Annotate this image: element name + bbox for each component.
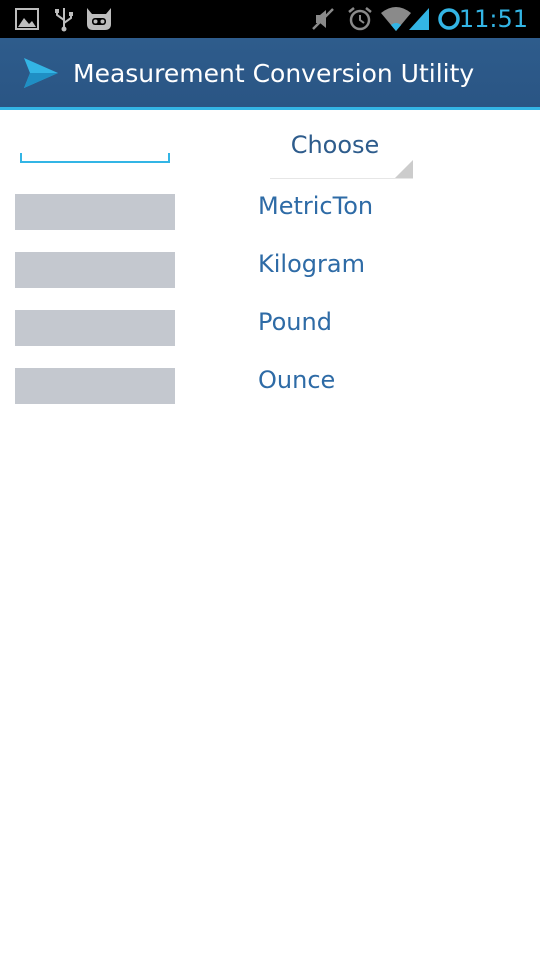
result-kilogram: [15, 252, 175, 288]
signal-icon: [409, 8, 429, 30]
status-time: 11:51: [458, 5, 528, 33]
action-bar: Measurement Conversion Utility: [0, 38, 540, 110]
result-pound: [15, 310, 175, 346]
result-ounce: [15, 368, 175, 404]
app-title: Measurement Conversion Utility: [73, 59, 475, 88]
unit-spinner[interactable]: Choose: [270, 120, 413, 179]
result-metricton: [15, 194, 175, 230]
spinner-label: Choose: [290, 131, 380, 159]
unit-label-pound: Pound: [258, 308, 332, 336]
gallery-icon: [15, 8, 39, 30]
unit-label-kilogram: Kilogram: [258, 250, 365, 278]
unit-label-metricton: MetricTon: [258, 192, 374, 220]
value-input[interactable]: [20, 125, 170, 163]
status-bar: 11:51: [0, 0, 540, 38]
unit-label-ounce: Ounce: [258, 366, 336, 394]
usb-icon: [55, 8, 73, 32]
cyanogen-icon: [87, 8, 111, 30]
alarm-icon: [348, 7, 372, 31]
mute-icon: [312, 8, 334, 30]
spinner-dropdown-icon: [395, 160, 413, 178]
send-arrow-icon[interactable]: [22, 56, 60, 90]
